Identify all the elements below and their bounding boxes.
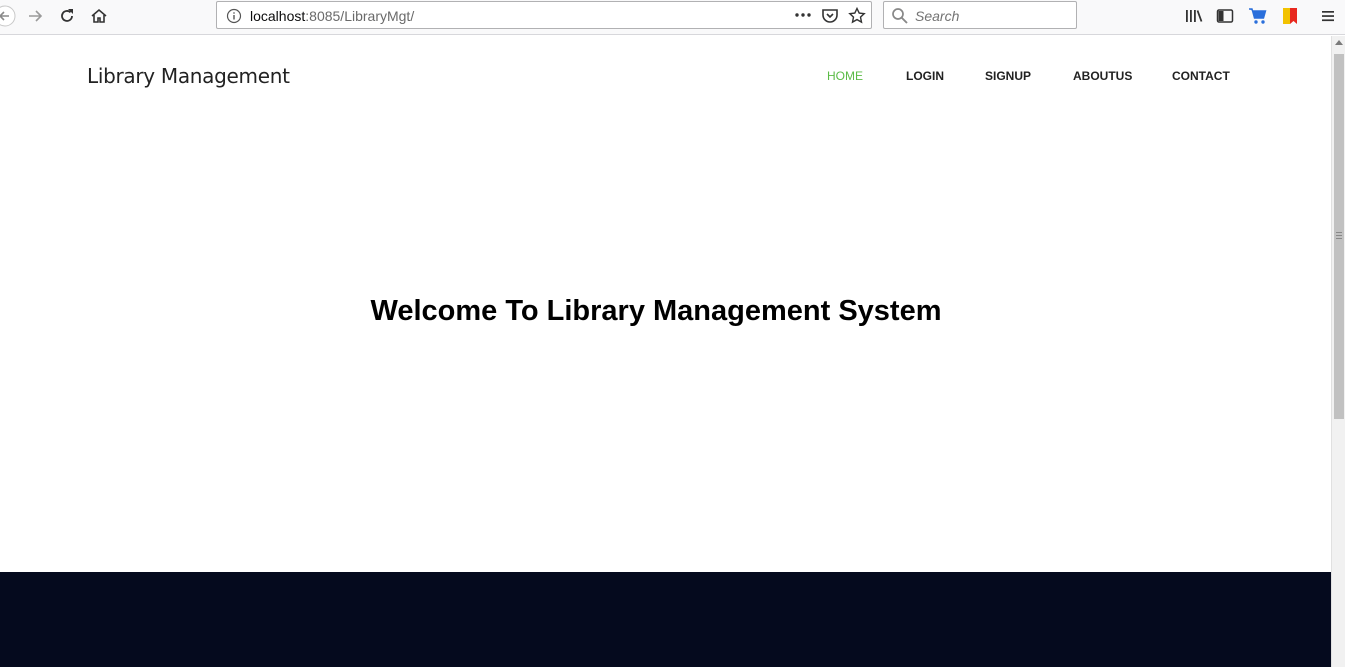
nav-login[interactable]: LOGIN — [906, 69, 944, 83]
back-icon — [0, 5, 16, 27]
menu-button[interactable] — [1315, 4, 1341, 28]
back-button[interactable] — [0, 4, 18, 28]
nav-contact[interactable]: CONTACT — [1172, 69, 1230, 83]
grip-line — [1336, 238, 1342, 239]
search-placeholder: Search — [915, 8, 960, 24]
library-button[interactable] — [1181, 4, 1207, 28]
url-text[interactable]: localhost:8085/LibraryMgt/ — [250, 8, 414, 24]
browser-toolbar: localhost:8085/LibraryMgt/ Search — [0, 0, 1345, 35]
info-icon[interactable] — [226, 8, 242, 29]
bookmark-star-icon[interactable] — [848, 6, 866, 29]
grip-line — [1336, 235, 1342, 236]
home-button[interactable] — [86, 4, 112, 28]
flag-icon — [1283, 8, 1297, 24]
vertical-scrollbar[interactable] — [1331, 36, 1345, 667]
page-content: Library Management HOME LOGIN SIGNUP ABO… — [0, 36, 1331, 667]
cart-button[interactable] — [1245, 4, 1271, 28]
welcome-heading: Welcome To Library Management System — [370, 295, 942, 327]
url-path: :8085/LibraryMgt/ — [305, 8, 415, 24]
reload-button[interactable] — [54, 4, 80, 28]
menu-icon — [1322, 11, 1334, 22]
sidebar-icon — [1216, 9, 1234, 23]
scroll-thumb[interactable] — [1334, 54, 1344, 419]
main-nav: HOME LOGIN SIGNUP ABOUTUS CONTACT — [0, 69, 1331, 85]
scroll-up-arrow-icon[interactable] — [1335, 40, 1343, 45]
nav-aboutus[interactable]: ABOUTUS — [1073, 69, 1132, 83]
flag-button[interactable] — [1277, 4, 1303, 28]
pocket-icon[interactable] — [821, 7, 839, 28]
forward-button[interactable] — [22, 4, 48, 28]
grip-line — [1336, 232, 1342, 233]
home-icon — [91, 8, 107, 23]
search-icon — [891, 7, 909, 30]
library-icon — [1186, 10, 1203, 22]
nav-signup[interactable]: SIGNUP — [985, 69, 1031, 83]
url-bar[interactable]: localhost:8085/LibraryMgt/ — [216, 1, 872, 29]
search-bar[interactable]: Search — [883, 1, 1077, 29]
sidebar-button[interactable] — [1212, 4, 1238, 28]
forward-icon — [29, 10, 43, 22]
url-host: localhost — [250, 8, 306, 24]
reload-icon — [61, 9, 73, 22]
nav-home[interactable]: HOME — [827, 69, 863, 83]
footer — [0, 572, 1331, 667]
page-actions-icon[interactable] — [794, 7, 812, 28]
cart-icon — [1249, 8, 1267, 24]
